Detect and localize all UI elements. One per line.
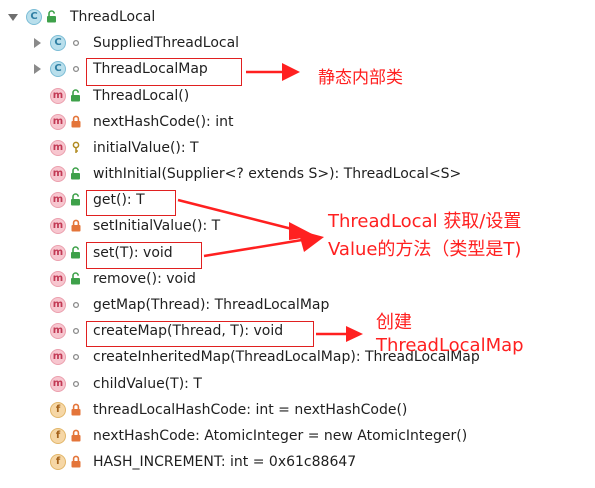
tree-item[interactable]: f threadLocalHashCode: int = nextHashCode… [0, 398, 595, 422]
method-icon: m [50, 376, 66, 392]
highlight-threadlocalmap [86, 58, 242, 86]
public-unlock-icon [70, 89, 82, 102]
method-icon: m [50, 271, 66, 287]
private-lock-icon [70, 429, 82, 442]
public-unlock-icon [70, 246, 82, 259]
method-icon: m [50, 297, 66, 313]
tree-item-label: ThreadLocal [70, 9, 156, 25]
tree-item-label: remove(): void [93, 271, 196, 287]
method-icon: m [50, 88, 66, 104]
arrow-to-static-inner [246, 63, 300, 81]
package-dot-icon [70, 324, 82, 337]
method-icon: m [50, 349, 66, 365]
annotation-static-inner-class: 静态内部类 [318, 68, 403, 88]
method-icon: m [50, 140, 66, 156]
tree-item[interactable]: m childValue(T): T [0, 372, 595, 396]
highlight-get [86, 190, 176, 216]
tree-item[interactable]: m nextHashCode(): int [0, 110, 595, 134]
class-icon: C [50, 61, 66, 77]
private-lock-icon [70, 115, 82, 128]
package-dot-icon [70, 350, 82, 363]
tree-item-label: SuppliedThreadLocal [93, 35, 240, 51]
tree-item-label: childValue(T): T [93, 376, 202, 392]
private-lock-icon [70, 403, 82, 416]
annotation-get-set-line1: ThreadLocal 获取/设置 [328, 211, 522, 232]
class-icon: C [50, 35, 66, 51]
tree-item[interactable]: C ThreadLocal [0, 5, 595, 29]
tree-item-label: HASH_INCREMENT: int = 0x61c88647 [93, 454, 357, 470]
tree-item[interactable]: m withInitial(Supplier<? extends S>): Thr… [0, 162, 595, 186]
annotation-create-line1: 创建 [376, 312, 412, 333]
field-icon: f [50, 454, 66, 470]
tree-item-label: ThreadLocal() [93, 88, 190, 104]
tree-item-label: getMap(Thread): ThreadLocalMap [93, 297, 330, 313]
package-dot-icon [70, 36, 82, 49]
private-lock-icon [70, 455, 82, 468]
protected-key-icon [70, 141, 82, 154]
tree-item[interactable]: m getMap(Thread): ThreadLocalMap [0, 293, 595, 317]
method-icon: m [50, 323, 66, 339]
method-icon: m [50, 218, 66, 234]
private-lock-icon [70, 219, 82, 232]
class-icon: C [26, 9, 42, 25]
package-dot-icon [70, 377, 82, 390]
tree-item[interactable]: C SuppliedThreadLocal [0, 31, 595, 55]
tree-item[interactable]: f HASH_INCREMENT: int = 0x61c88647 [0, 450, 595, 474]
public-unlock-icon [70, 167, 82, 180]
tree-item-label: nextHashCode: AtomicInteger = new Atomic… [93, 428, 468, 444]
method-icon: m [50, 114, 66, 130]
method-icon: m [50, 245, 66, 261]
tree-item-label: withInitial(Supplier<? extends S>): Thre… [93, 166, 462, 182]
annotation-create-line2: ThreadLocalMap [376, 335, 524, 356]
public-unlock-icon [46, 10, 58, 23]
annotation-get-set-line2: Value的方法（类型是T) [328, 239, 522, 260]
expand-arrow-right-icon[interactable] [30, 62, 44, 76]
expand-arrow-right-icon[interactable] [30, 36, 44, 50]
arrow-from-createmap [316, 326, 363, 342]
method-icon: m [50, 166, 66, 182]
arrow-from-set [203, 230, 324, 258]
package-dot-icon [70, 298, 82, 311]
field-icon: f [50, 428, 66, 444]
package-dot-icon [70, 62, 82, 75]
tree-item[interactable]: f nextHashCode: AtomicInteger = new Atomi… [0, 424, 595, 448]
tree-item[interactable]: m ThreadLocal() [0, 84, 595, 108]
method-icon: m [50, 192, 66, 208]
tree-item[interactable]: m initialValue(): T [0, 136, 595, 160]
expand-arrow-down-icon[interactable] [6, 10, 20, 24]
field-icon: f [50, 402, 66, 418]
tree-item-label: threadLocalHashCode: int = nextHashCode(… [93, 402, 408, 418]
tree-item-label: nextHashCode(): int [93, 114, 234, 130]
highlight-createmap [86, 321, 314, 347]
tree-item[interactable]: m remove(): void [0, 267, 595, 291]
public-unlock-icon [70, 193, 82, 206]
tree-item-label: initialValue(): T [93, 140, 199, 156]
highlight-set [86, 242, 202, 269]
public-unlock-icon [70, 272, 82, 285]
